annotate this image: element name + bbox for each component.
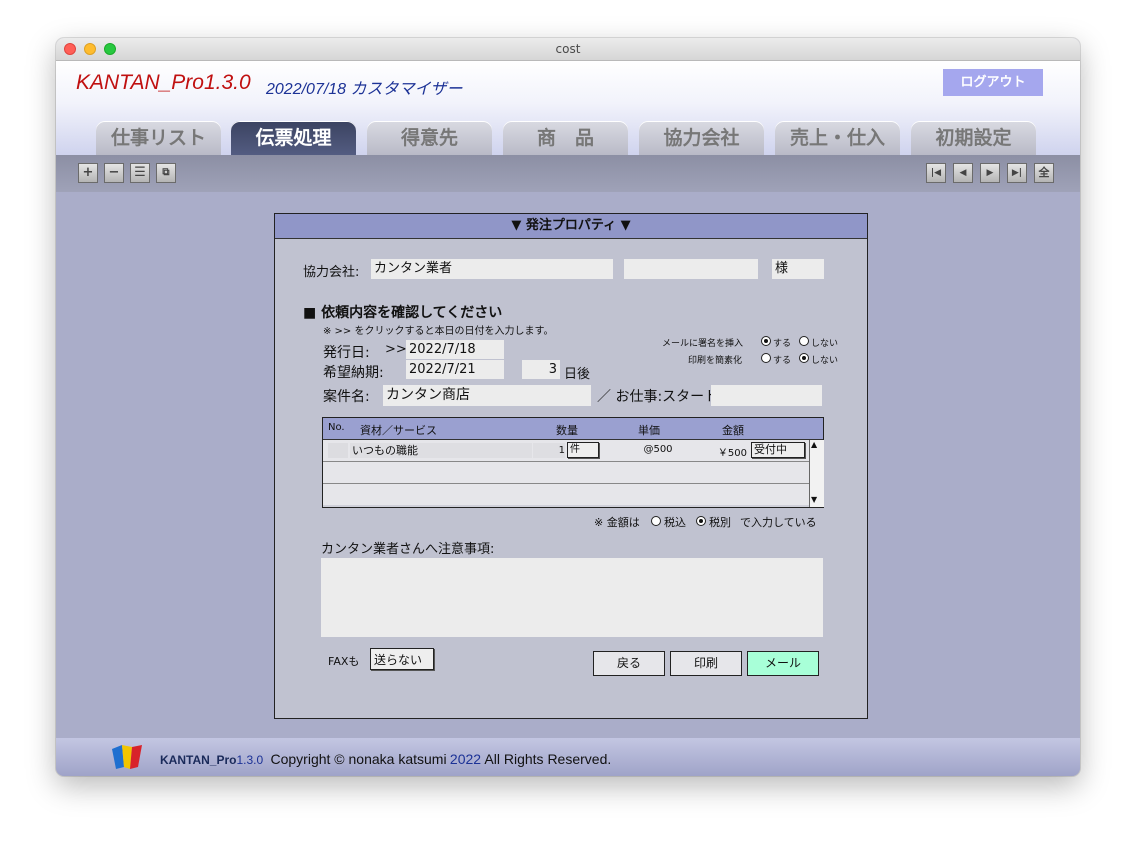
app-footer: KANTAN_Pro1.3.0 Copyright © nonaka katsu… (56, 738, 1080, 776)
days-after-unit: 日後 (564, 367, 591, 382)
footer-rights: All Rights Reserved. (484, 751, 612, 767)
print-simplify-no-radio[interactable] (799, 353, 809, 363)
app-header: KANTAN_Pro1.3.0 2022/07/18 カスタマイザー ログアウト… (56, 61, 1080, 155)
mail-signature-no-radio[interactable] (799, 336, 809, 346)
tab-partners[interactable]: 協力会社 (639, 121, 764, 155)
all-records-icon[interactable]: 全 (1034, 163, 1054, 183)
project-label: 案件名: (323, 389, 370, 405)
logout-button[interactable]: ログアウト (943, 69, 1043, 96)
col-qty-header: 数量 (556, 424, 578, 437)
col-unit-price-header: 単価 (638, 424, 660, 437)
table-row[interactable]: いつもの職能 1 件 @500 ￥500 受付中 (323, 440, 809, 462)
panel-title: ▼ 発注プロパティ ▼ (275, 214, 867, 239)
last-record-icon[interactable]: ▶| (1007, 163, 1027, 183)
next-record-icon[interactable]: ▶ (980, 163, 1000, 183)
job-field[interactable] (711, 385, 822, 406)
row-amount-cell: ￥500 (717, 448, 747, 459)
print-simplify-no-label: しない (811, 356, 839, 366)
tab-products[interactable]: 商 品 (503, 121, 628, 155)
back-button[interactable]: 戻る (593, 651, 665, 676)
issue-date-field[interactable]: 2022/7/18 (406, 340, 504, 359)
caution-label: カンタン業者さんへ注意事項: (321, 542, 495, 557)
fax-label: FAXも (328, 655, 360, 668)
project-name-field[interactable]: カンタン商店 (383, 385, 591, 406)
tax-note-suffix: で入力している (740, 516, 817, 529)
days-after-field[interactable]: 3 (522, 360, 560, 379)
caution-textarea[interactable] (321, 558, 823, 637)
items-table: No. 資材／サービス 数量 単価 金額 いつもの職能 1 件 @500 ￥50… (322, 417, 824, 508)
honorific-field[interactable]: 様 (772, 259, 824, 279)
row-no-cell (328, 443, 348, 458)
tab-slip-processing[interactable]: 伝票処理 (231, 121, 356, 155)
partner-name-field[interactable]: カンタン業者 (371, 259, 613, 279)
window-title: cost (555, 42, 581, 56)
scroll-down-icon[interactable]: ▼ (811, 495, 817, 504)
issue-date-label: 発行日: (323, 345, 370, 361)
due-date-field[interactable]: 2022/7/21 (406, 360, 504, 379)
row-qty-cell[interactable]: 1 (533, 443, 565, 458)
minus-icon[interactable]: − (104, 163, 124, 183)
tab-settings[interactable]: 初期設定 (911, 121, 1036, 155)
list-icon[interactable]: ☰ (130, 163, 150, 183)
row-item-cell[interactable]: いつもの職能 (350, 443, 532, 458)
table-row-empty[interactable] (323, 484, 809, 505)
tax-incl-radio[interactable] (651, 516, 661, 526)
partner-extra-field[interactable] (624, 259, 758, 279)
date-user: 2022/07/18 カスタマイザー (266, 81, 463, 98)
print-button[interactable]: 印刷 (670, 651, 742, 676)
print-simplify-yes-label: する (773, 356, 792, 366)
footer-version: 1.3.0 (236, 753, 264, 767)
tax-excl-label: 税別 (709, 516, 731, 529)
footer-year: 2022 (449, 751, 482, 767)
first-record-icon[interactable]: |◀ (926, 163, 946, 183)
plus-icon[interactable]: + (78, 163, 98, 183)
tax-note-prefix: ※ 金額は (594, 516, 640, 529)
footer-text: KANTAN_Pro1.3.0 Copyright © nonaka katsu… (160, 751, 611, 767)
tab-job-list[interactable]: 仕事リスト (96, 121, 221, 155)
today-date-button[interactable]: >> (385, 342, 407, 357)
job-label: ／ お仕事:スタート (597, 389, 719, 405)
toolbar: + − ☰ ⧉ |◀ ◀ ▶ ▶| 全 (56, 155, 1080, 192)
row-unit-price-cell: @500 (643, 444, 673, 455)
table-scrollbar[interactable]: ▲ ▼ (809, 440, 824, 507)
col-no-header: No. (328, 422, 345, 433)
section-title: ■ 依頼内容を確認してください (303, 305, 503, 321)
items-table-header: No. 資材／サービス 数量 単価 金額 (323, 418, 823, 440)
app-window: cost KANTAN_Pro1.3.0 2022/07/18 カスタマイザー … (56, 38, 1080, 776)
tab-customers[interactable]: 得意先 (367, 121, 492, 155)
print-simplify-yes-radio[interactable] (761, 353, 771, 363)
mail-signature-label: メールに署名を挿入 (662, 339, 744, 349)
main-area: ▼ 発注プロパティ ▼ 協力会社: カンタン業者 様 ■ 依頼内容を確認してくだ… (56, 192, 1080, 738)
footer-app-name: KANTAN_Pro (160, 753, 237, 767)
print-simplify-label: 印刷を簡素化 (688, 356, 743, 366)
duplicate-icon[interactable]: ⧉ (156, 163, 176, 183)
due-date-label: 希望納期: (323, 365, 384, 381)
mail-button[interactable]: メール (747, 651, 819, 676)
tax-excl-radio[interactable] (696, 516, 706, 526)
tax-incl-label: 税込 (664, 516, 686, 529)
date-note: ※ >> をクリックすると本日の日付を入力します。 (323, 326, 554, 337)
table-row-empty[interactable] (323, 462, 809, 484)
col-amount-header: 金額 (722, 424, 744, 437)
order-properties-panel: ▼ 発注プロパティ ▼ 協力会社: カンタン業者 様 ■ 依頼内容を確認してくだ… (274, 213, 868, 719)
col-item-header: 資材／サービス (360, 424, 437, 437)
window-titlebar: cost (56, 38, 1080, 61)
kantan-logo-icon (110, 743, 144, 771)
row-status-select[interactable]: 受付中 (751, 442, 805, 458)
mail-signature-yes-radio[interactable] (761, 336, 771, 346)
scroll-up-icon[interactable]: ▲ (811, 440, 817, 449)
mail-signature-no-label: しない (811, 339, 839, 349)
fax-select[interactable]: 送らない (370, 648, 434, 670)
row-unit-select[interactable]: 件 (567, 442, 599, 458)
mail-signature-yes-label: する (773, 339, 792, 349)
app-name: KANTAN_Pro1.3.0 (76, 71, 251, 94)
previous-record-icon[interactable]: ◀ (953, 163, 973, 183)
partner-label: 協力会社: (303, 265, 360, 280)
tab-sales-purchases[interactable]: 売上・仕入 (775, 121, 900, 155)
footer-copyright: Copyright © nonaka katsumi (270, 751, 447, 767)
